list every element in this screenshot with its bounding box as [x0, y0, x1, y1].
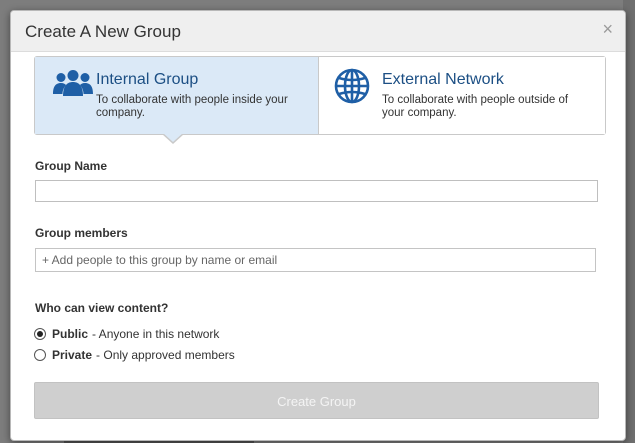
dialog-title: Create A New Group: [25, 22, 181, 41]
tab-internal-group[interactable]: Internal Group To collaborate with peopl…: [35, 57, 319, 134]
visibility-label: Who can view content?: [35, 301, 169, 315]
dialog-header: Create A New Group ×: [11, 11, 625, 52]
public-option-name: Public: [52, 327, 89, 341]
private-radio[interactable]: [34, 349, 46, 361]
create-group-button[interactable]: Create Group: [34, 382, 599, 419]
private-option-name: Private: [52, 348, 93, 362]
tab-external-title: External Network: [382, 71, 504, 88]
group-members-input[interactable]: [35, 248, 596, 272]
globe-icon: [334, 68, 370, 104]
tab-external-network[interactable]: External Network To collaborate with peo…: [319, 57, 605, 134]
group-type-selector: Internal Group To collaborate with peopl…: [34, 56, 606, 144]
create-group-dialog: Create A New Group × Internal Group To c…: [10, 10, 626, 441]
group-members-label: Group members: [35, 226, 128, 240]
private-option-description: - Only approved members: [96, 348, 235, 362]
group-name-input[interactable]: [35, 180, 598, 202]
public-radio[interactable]: [34, 328, 46, 340]
group-people-icon: [53, 70, 93, 96]
visibility-option-private[interactable]: Private - Only approved members: [34, 347, 235, 363]
tab-internal-description: To collaborate with people inside your c…: [96, 94, 288, 119]
tab-external-description: To collaborate with people outside of yo…: [382, 94, 569, 119]
close-icon[interactable]: ×: [602, 20, 613, 38]
visibility-option-public[interactable]: Public - Anyone in this network: [34, 326, 219, 342]
selected-tab-pointer: [162, 133, 184, 144]
group-name-label: Group Name: [35, 159, 108, 173]
tab-internal-title: Internal Group: [96, 71, 199, 88]
public-option-description: - Anyone in this network: [92, 327, 220, 341]
